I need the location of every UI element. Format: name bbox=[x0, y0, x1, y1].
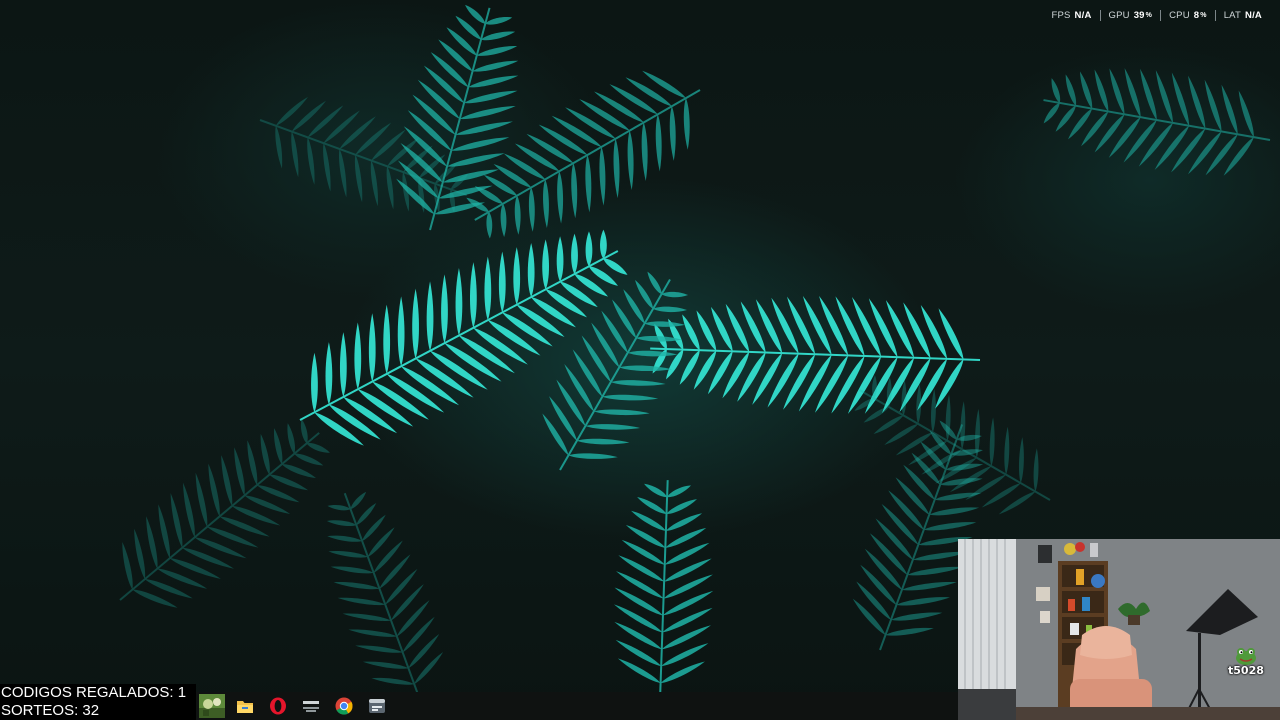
app-shortcut-icon[interactable] bbox=[294, 692, 327, 720]
webcam-feed: t5028 bbox=[958, 539, 1280, 720]
latency-value: N/A bbox=[1245, 10, 1262, 21]
raffles-counter: SORTEOS: 32 bbox=[1, 702, 100, 719]
codes-given-counter: CODIGOS REGALADOS: 1 bbox=[1, 684, 187, 701]
cpu-unit: % bbox=[1200, 12, 1207, 19]
fern-frond bbox=[649, 294, 981, 416]
chrome-icon[interactable] bbox=[327, 692, 360, 720]
webcam-scene bbox=[958, 539, 1280, 720]
fern-frond bbox=[326, 490, 445, 701]
desktop: FPS N/A GPU 39 % CPU 8 % LAT N/A CODIGOS… bbox=[0, 0, 1280, 720]
taskbar-pinned-apps bbox=[195, 692, 393, 720]
channel-badge: t5028 bbox=[1228, 647, 1264, 677]
performance-overlay: FPS N/A GPU 39 % CPU 8 % LAT N/A bbox=[1043, 10, 1270, 21]
latency-label: LAT bbox=[1223, 10, 1242, 21]
cpu-metric: CPU 8 % bbox=[1160, 10, 1215, 21]
file-explorer-icon[interactable] bbox=[228, 692, 261, 720]
fern-frond bbox=[612, 480, 715, 701]
fps-metric: FPS N/A bbox=[1043, 10, 1099, 21]
gpu-metric: GPU 39 % bbox=[1099, 10, 1161, 21]
channel-badge-text: t5028 bbox=[1228, 664, 1264, 677]
latency-metric: LAT N/A bbox=[1214, 10, 1270, 21]
cpu-label: CPU bbox=[1169, 10, 1190, 21]
cpu-value: 8 bbox=[1193, 10, 1200, 21]
fern-frond bbox=[119, 418, 331, 611]
window-app-icon[interactable] bbox=[360, 692, 393, 720]
fps-label: FPS bbox=[1051, 10, 1071, 21]
stream-counters: CODIGOS REGALADOS: 1 SORTEOS: 32 bbox=[0, 684, 196, 720]
gpu-unit: % bbox=[1145, 12, 1153, 19]
fern-frond bbox=[1041, 67, 1271, 178]
gpu-value: 39 bbox=[1133, 10, 1145, 21]
frog-emote-icon bbox=[1235, 648, 1256, 665]
fps-value: N/A bbox=[1074, 10, 1092, 21]
opera-icon[interactable] bbox=[261, 692, 294, 720]
game-app-icon[interactable] bbox=[195, 692, 228, 720]
fern-frond bbox=[299, 229, 630, 449]
gpu-label: GPU bbox=[1108, 10, 1130, 21]
